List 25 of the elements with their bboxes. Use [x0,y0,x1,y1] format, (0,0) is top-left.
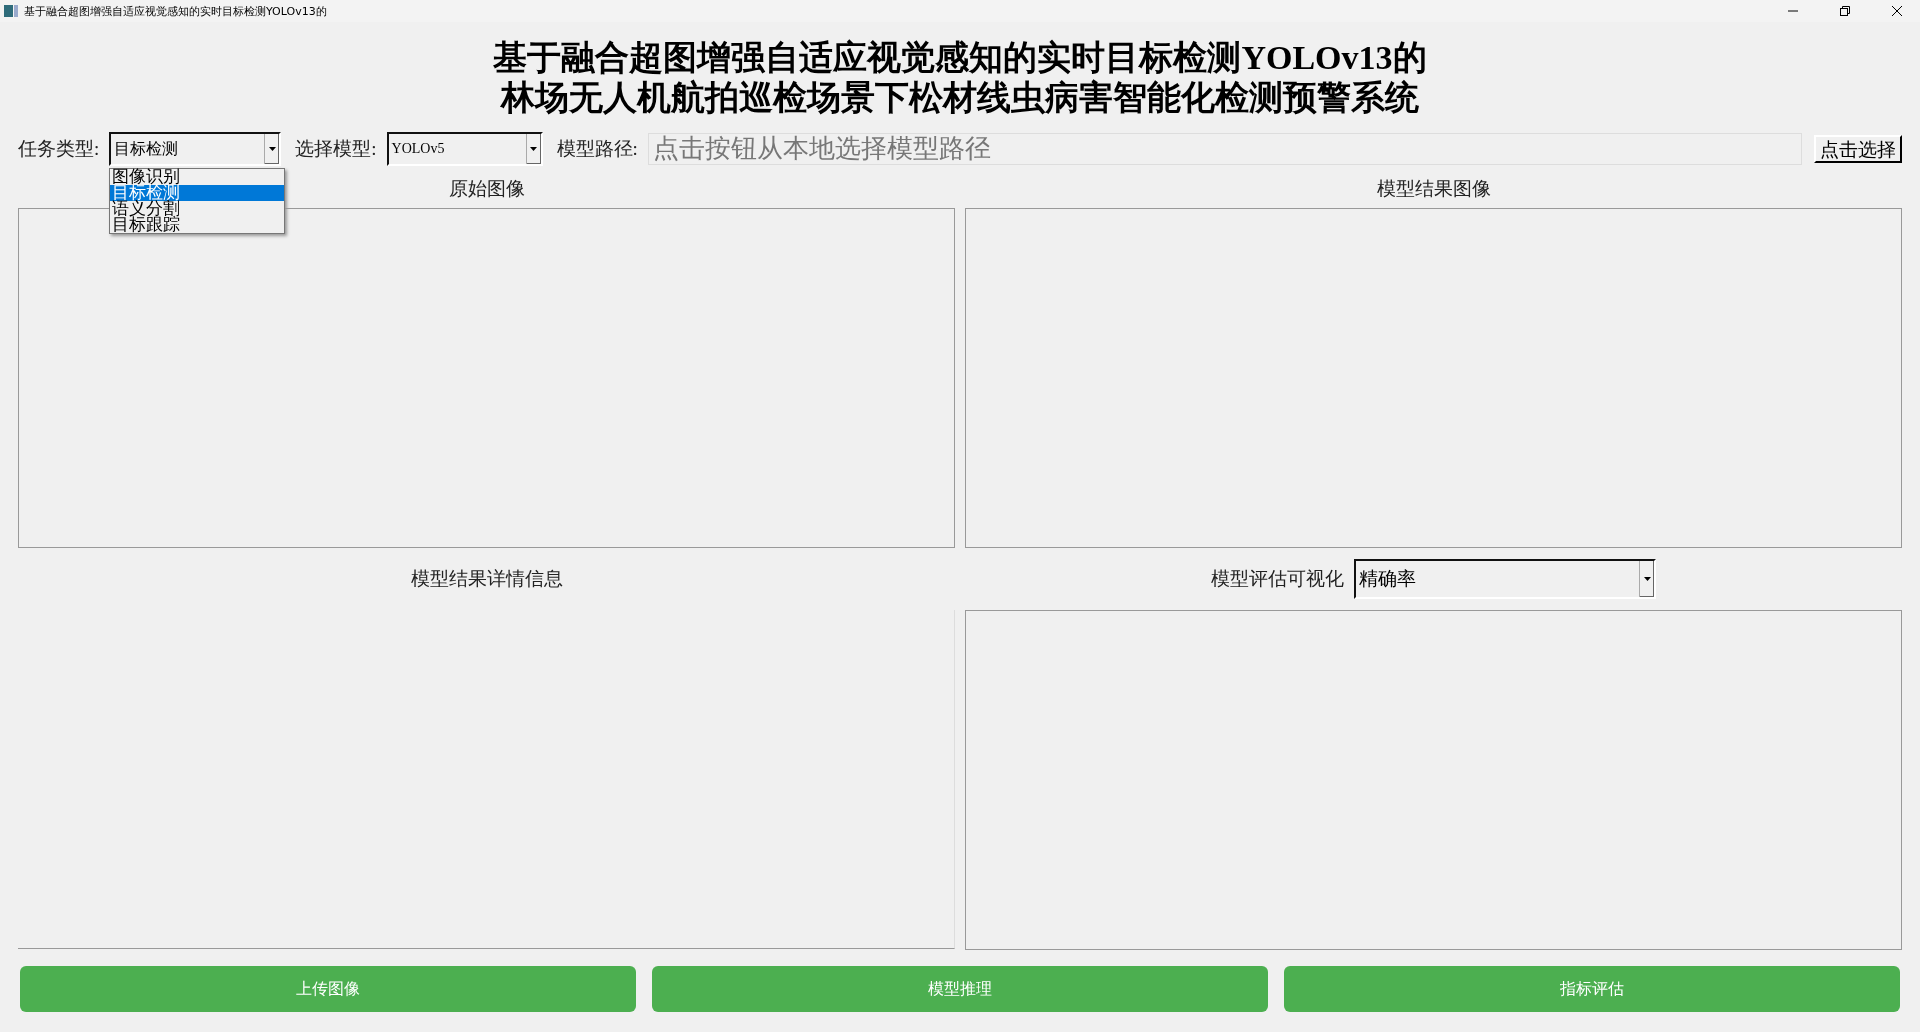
field-label: 选择模型: [295,137,377,161]
caret-icon [530,147,538,151]
choose-button[interactable]: 点击选择 [1814,135,1902,163]
model-path-field[interactable]: 点击按钮从本地选择模型路径 [647,133,1802,165]
panel-caption: 模型结果详情信息 [410,567,563,591]
model-dropdown[interactable]: YOLOv5 [386,132,543,166]
restore-icon [1840,6,1850,16]
field-label: 任务类型: [18,137,100,161]
caret-icon [268,147,276,151]
close-icon [1892,6,1902,16]
app-heading: 基于融合超图增强自适应视觉感知的实时目标检测YOLOv13的 [493,38,1427,78]
menu-option[interactable]: 语义分割 [110,201,285,217]
menu-option[interactable]: 目标跟踪 [110,217,285,233]
metric-dropdown[interactable]: 精确率 [1354,559,1656,599]
task-type-dropdown[interactable]: 目标检测 [109,132,282,166]
menu-option[interactable]: 目标检测 [110,185,285,201]
window-title: 基于融合超图增强自适应视觉感知的实时目标检测YOLOv13的 [24,3,328,19]
field-label: 模型评估可视化 [1211,567,1344,591]
menu-option[interactable]: 图像识别 [110,169,285,185]
app-icon [4,5,18,17]
app-heading: 林场无人机航拍巡检场景下松材线虫病害智能化检测预警系统 [501,78,1419,118]
field-label: 模型路径: [556,137,638,161]
panel-caption: 原始图像 [448,177,525,201]
caret-icon [1643,577,1651,581]
panel-caption: 模型结果图像 [1376,177,1491,201]
